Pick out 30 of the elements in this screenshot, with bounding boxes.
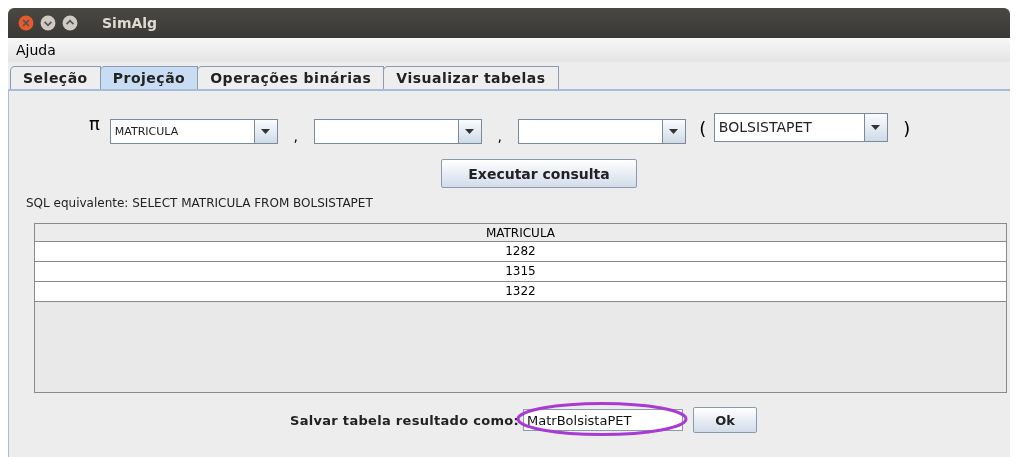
comma: ,	[496, 127, 504, 144]
window-title: SimAlg	[102, 15, 158, 31]
close-icon[interactable]	[18, 15, 34, 31]
tab[interactable]: Projeção	[99, 66, 199, 89]
ok-button[interactable]: Ok	[693, 407, 758, 433]
dropdown[interactable]	[313, 118, 482, 144]
tab[interactable]: Seleção	[10, 66, 101, 89]
save-label: Salvar tabela resultado como:	[290, 412, 520, 428]
tab[interactable]: Visualizar tabelas	[383, 66, 559, 89]
dropdown[interactable]: BOLSISTAPET	[713, 112, 888, 142]
comma: ,	[292, 127, 300, 144]
caret-icon	[669, 128, 679, 134]
dropdown[interactable]: MATRICULA	[109, 118, 278, 144]
minimize-icon[interactable]	[40, 15, 56, 31]
caret-icon	[261, 128, 271, 134]
run-query-button[interactable]: Executar consulta	[441, 159, 637, 188]
tab[interactable]: Operações binárias	[197, 66, 385, 89]
table-name-field[interactable]: MatrBolsistaPET	[523, 409, 684, 431]
close-parenthesis: )	[902, 117, 912, 139]
table-cell-text: 1322	[504, 283, 537, 300]
pi-symbol: π	[89, 113, 100, 134]
caret-icon	[871, 124, 881, 130]
dropdown[interactable]	[517, 118, 686, 144]
open-parenthesis: (	[698, 117, 708, 139]
sql-text: SQL equivalente: SELECT MATRICULA FROM BOLSISTAPET	[26, 196, 374, 210]
caret-icon	[465, 128, 475, 134]
maximize-icon[interactable]	[62, 15, 78, 31]
table-cell-text: 1282	[504, 243, 537, 260]
menu-item[interactable]: Ajuda	[14, 42, 58, 58]
table-cell-text: 1315	[504, 263, 537, 280]
